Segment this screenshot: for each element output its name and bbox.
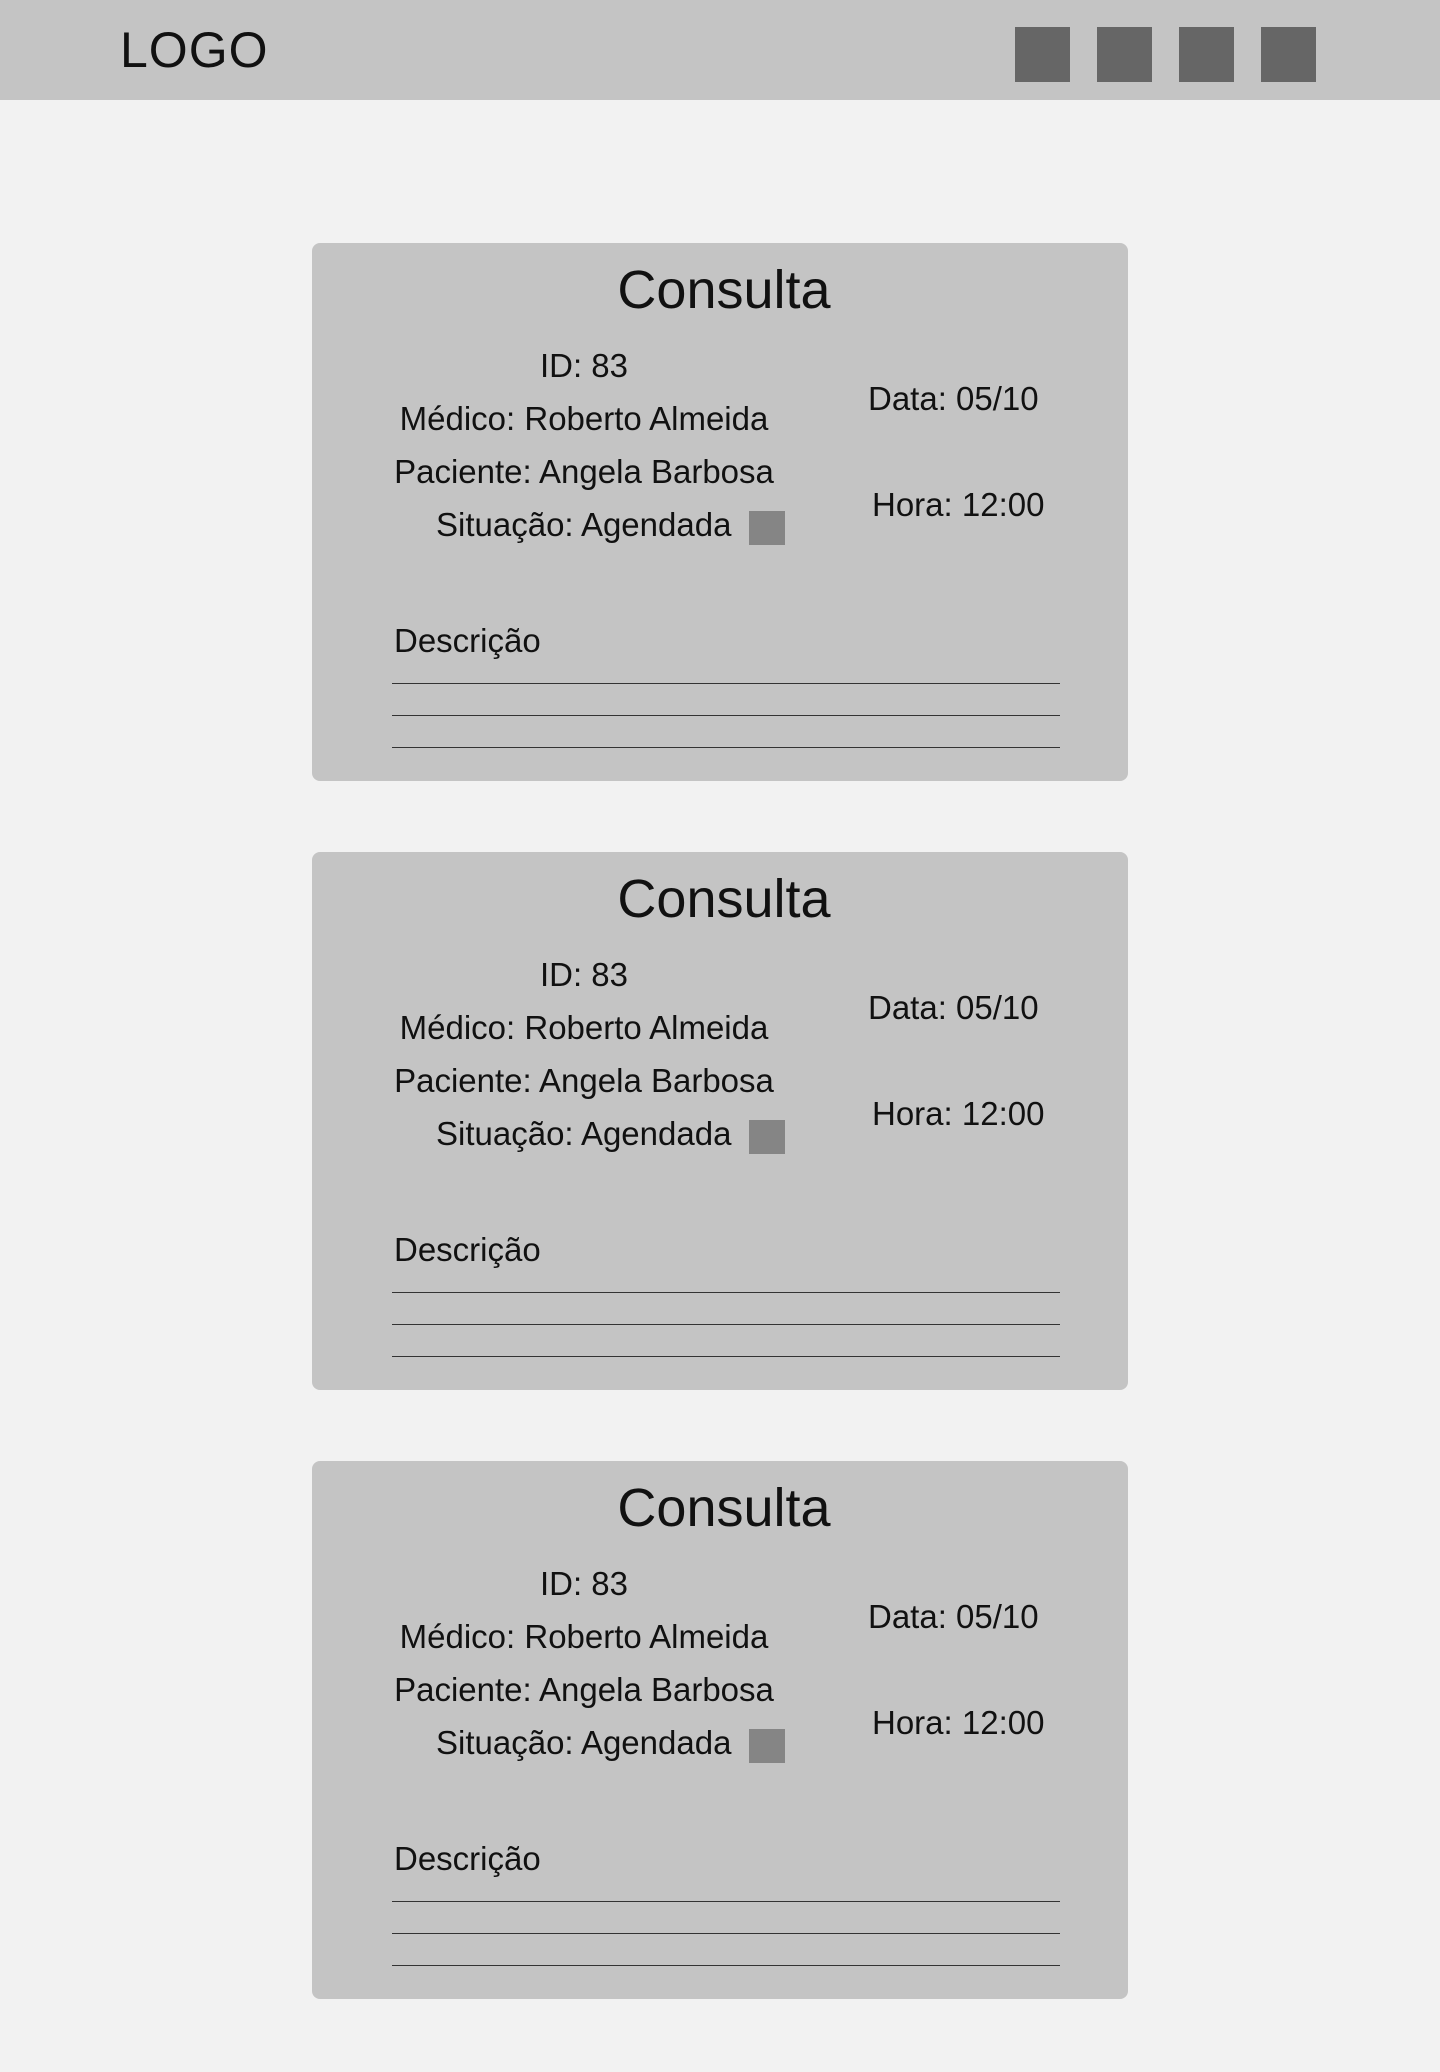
- description-line: [392, 683, 1060, 684]
- appointment-patient: Paciente: Angela Barbosa: [394, 1062, 774, 1099]
- status-indicator: [749, 511, 785, 545]
- appointment-doctor: Médico: Roberto Almeida: [399, 1009, 769, 1046]
- logo[interactable]: LOGO: [120, 20, 268, 80]
- appointment-status: Situação: Agendada: [436, 1115, 732, 1152]
- appointment-date: Data: 05/10: [868, 989, 1039, 1026]
- appointment-id: ID: 83: [539, 347, 629, 384]
- appointment-id: ID: 83: [539, 1565, 629, 1602]
- description-label: Descrição: [394, 1840, 541, 1877]
- description-line: [392, 747, 1060, 748]
- nav-button-1[interactable]: [1015, 27, 1070, 82]
- card-title: Consulta: [617, 869, 831, 929]
- description-label: Descrição: [394, 622, 541, 659]
- nav-button-4[interactable]: [1261, 27, 1316, 82]
- nav-button-2[interactable]: [1097, 27, 1152, 82]
- appointment-date: Data: 05/10: [868, 380, 1039, 417]
- appointment-doctor: Médico: Roberto Almeida: [399, 1618, 769, 1655]
- appointment-id: ID: 83: [539, 956, 629, 993]
- description-line: [392, 1292, 1060, 1293]
- description-label: Descrição: [394, 1231, 541, 1268]
- appointment-status: Situação: Agendada: [436, 1724, 732, 1761]
- nav-button-3[interactable]: [1179, 27, 1234, 82]
- appointment-time: Hora: 12:00: [872, 1704, 1045, 1741]
- status-indicator: [749, 1729, 785, 1763]
- appointment-date: Data: 05/10: [868, 1598, 1039, 1635]
- appointment-card: Consulta ID: 83 Médico: Roberto Almeida …: [312, 243, 1128, 781]
- appointment-patient: Paciente: Angela Barbosa: [394, 1671, 774, 1708]
- appointment-time: Hora: 12:00: [872, 486, 1045, 523]
- description-line: [392, 1933, 1060, 1934]
- description-line: [392, 1324, 1060, 1325]
- header: LOGO: [0, 0, 1440, 100]
- status-indicator: [749, 1120, 785, 1154]
- appointment-patient: Paciente: Angela Barbosa: [394, 453, 774, 490]
- appointment-status: Situação: Agendada: [436, 506, 732, 543]
- appointment-card: Consulta ID: 83 Médico: Roberto Almeida …: [312, 852, 1128, 1390]
- description-line: [392, 1965, 1060, 1966]
- description-line: [392, 1356, 1060, 1357]
- card-title: Consulta: [617, 260, 831, 320]
- appointment-doctor: Médico: Roberto Almeida: [399, 400, 769, 437]
- description-line: [392, 715, 1060, 716]
- appointment-time: Hora: 12:00: [872, 1095, 1045, 1132]
- card-title: Consulta: [617, 1478, 831, 1538]
- appointment-card: Consulta ID: 83 Médico: Roberto Almeida …: [312, 1461, 1128, 1999]
- description-line: [392, 1901, 1060, 1902]
